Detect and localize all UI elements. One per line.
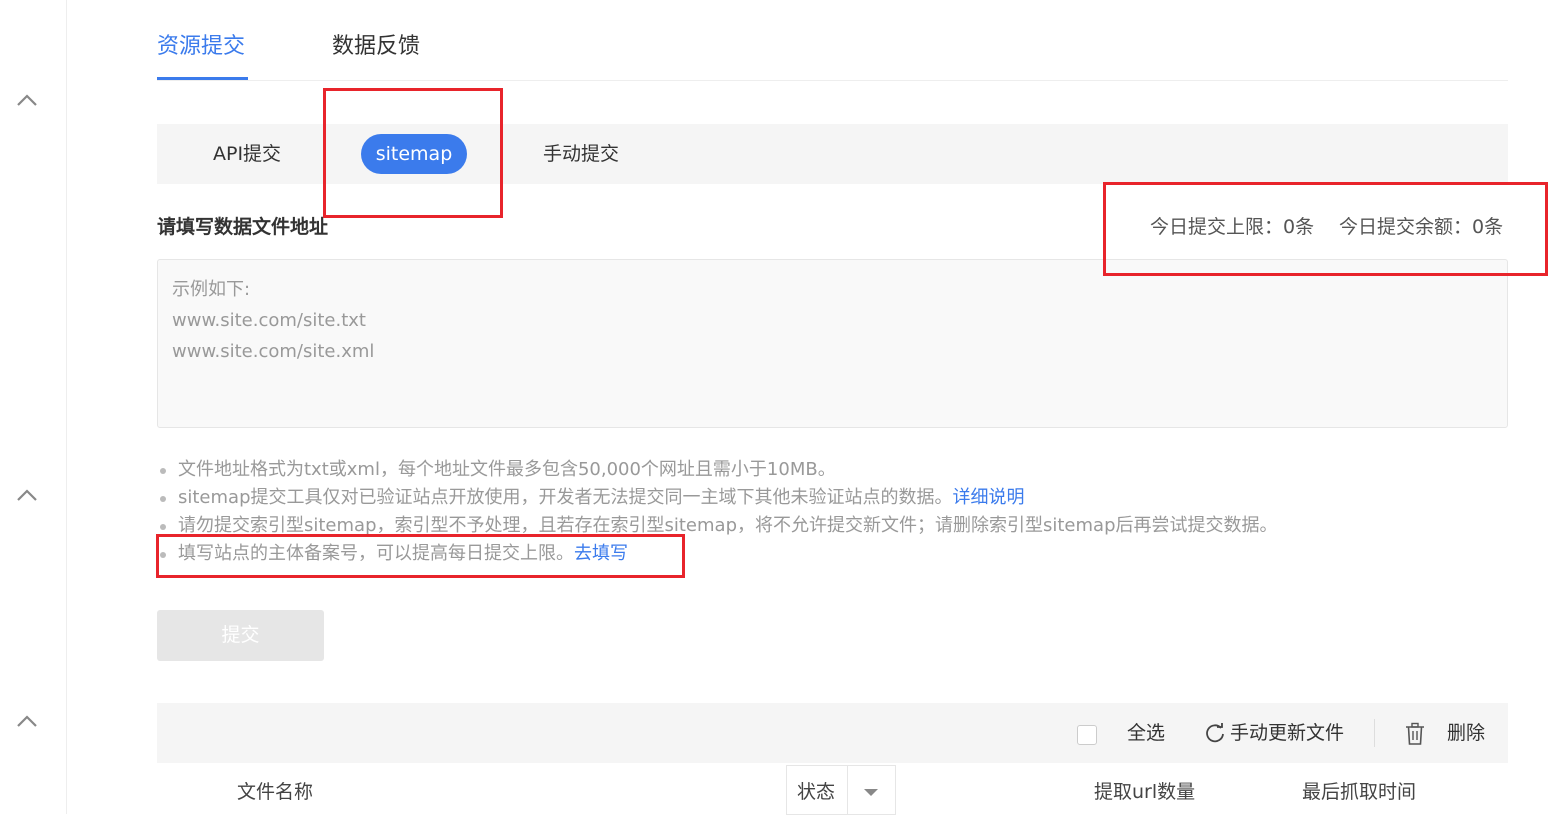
quota-remaining: 今日提交余额：0条: [1339, 216, 1504, 238]
column-header-url-count: 提取url数量: [1094, 781, 1196, 803]
note-text: 填写站点的主体备案号，可以提高每日提交上限。: [178, 543, 574, 564]
subtab-api[interactable]: API提交: [213, 141, 281, 167]
active-tab-indicator: [157, 77, 248, 80]
toolbar-divider: [1374, 719, 1375, 747]
delete-button[interactable]: 删除: [1447, 720, 1485, 746]
chevron-up-icon[interactable]: [14, 709, 40, 735]
list-item: 文件地址格式为txt或xml，每个地址文件最多包含50,000个网址且需小于10…: [160, 456, 1510, 484]
left-rail: [0, 0, 67, 814]
refresh-icon[interactable]: [1204, 722, 1226, 744]
note-text: 请勿提交索引型sitemap，索引型不予处理，且若存在索引型sitemap，将不…: [178, 515, 1278, 536]
column-header-status: 状态: [797, 781, 836, 803]
column-header-filename: 文件名称: [237, 781, 314, 803]
list-item: sitemap提交工具仅对已验证站点开放使用，开发者无法提交同一主域下其他未验证…: [160, 484, 1510, 512]
form-title: 请填写数据文件地址: [157, 216, 329, 238]
subtab-manual[interactable]: 手动提交: [543, 141, 619, 167]
chevron-up-icon[interactable]: [14, 88, 40, 114]
details-link[interactable]: 详细说明: [953, 487, 1025, 508]
tabs-divider: [157, 80, 1508, 81]
subtab-bar: [157, 124, 1508, 184]
fill-in-link[interactable]: 去填写: [574, 543, 628, 564]
caret-down-icon[interactable]: [864, 789, 878, 796]
notes-list: 文件地址格式为txt或xml，每个地址文件最多包含50,000个网址且需小于10…: [160, 456, 1510, 568]
note-text: 文件地址格式为txt或xml，每个地址文件最多包含50,000个网址且需小于10…: [178, 459, 836, 480]
list-item: 请勿提交索引型sitemap，索引型不予处理，且若存在索引型sitemap，将不…: [160, 512, 1510, 540]
note-text: sitemap提交工具仅对已验证站点开放使用，开发者无法提交同一主域下其他未验证…: [178, 487, 953, 508]
select-all-label[interactable]: 全选: [1127, 720, 1165, 746]
trash-icon[interactable]: [1404, 722, 1426, 746]
subtab-sitemap[interactable]: sitemap: [361, 134, 467, 174]
list-item: 填写站点的主体备案号，可以提高每日提交上限。去填写: [160, 540, 1510, 568]
select-all-checkbox[interactable]: [1077, 725, 1097, 745]
column-header-last-crawl: 最后抓取时间: [1302, 781, 1417, 803]
tab-resource-submit[interactable]: 资源提交: [157, 30, 245, 64]
refresh-files-button[interactable]: 手动更新文件: [1230, 720, 1344, 746]
tab-data-feedback[interactable]: 数据反馈: [332, 30, 420, 64]
status-filter-divider: [847, 765, 848, 815]
chevron-up-icon[interactable]: [14, 483, 40, 509]
quota-limit: 今日提交上限：0条: [1150, 216, 1315, 238]
submit-button[interactable]: 提交: [157, 610, 324, 661]
url-textarea[interactable]: 示例如下: www.site.com/site.txt www.site.com…: [157, 259, 1508, 428]
